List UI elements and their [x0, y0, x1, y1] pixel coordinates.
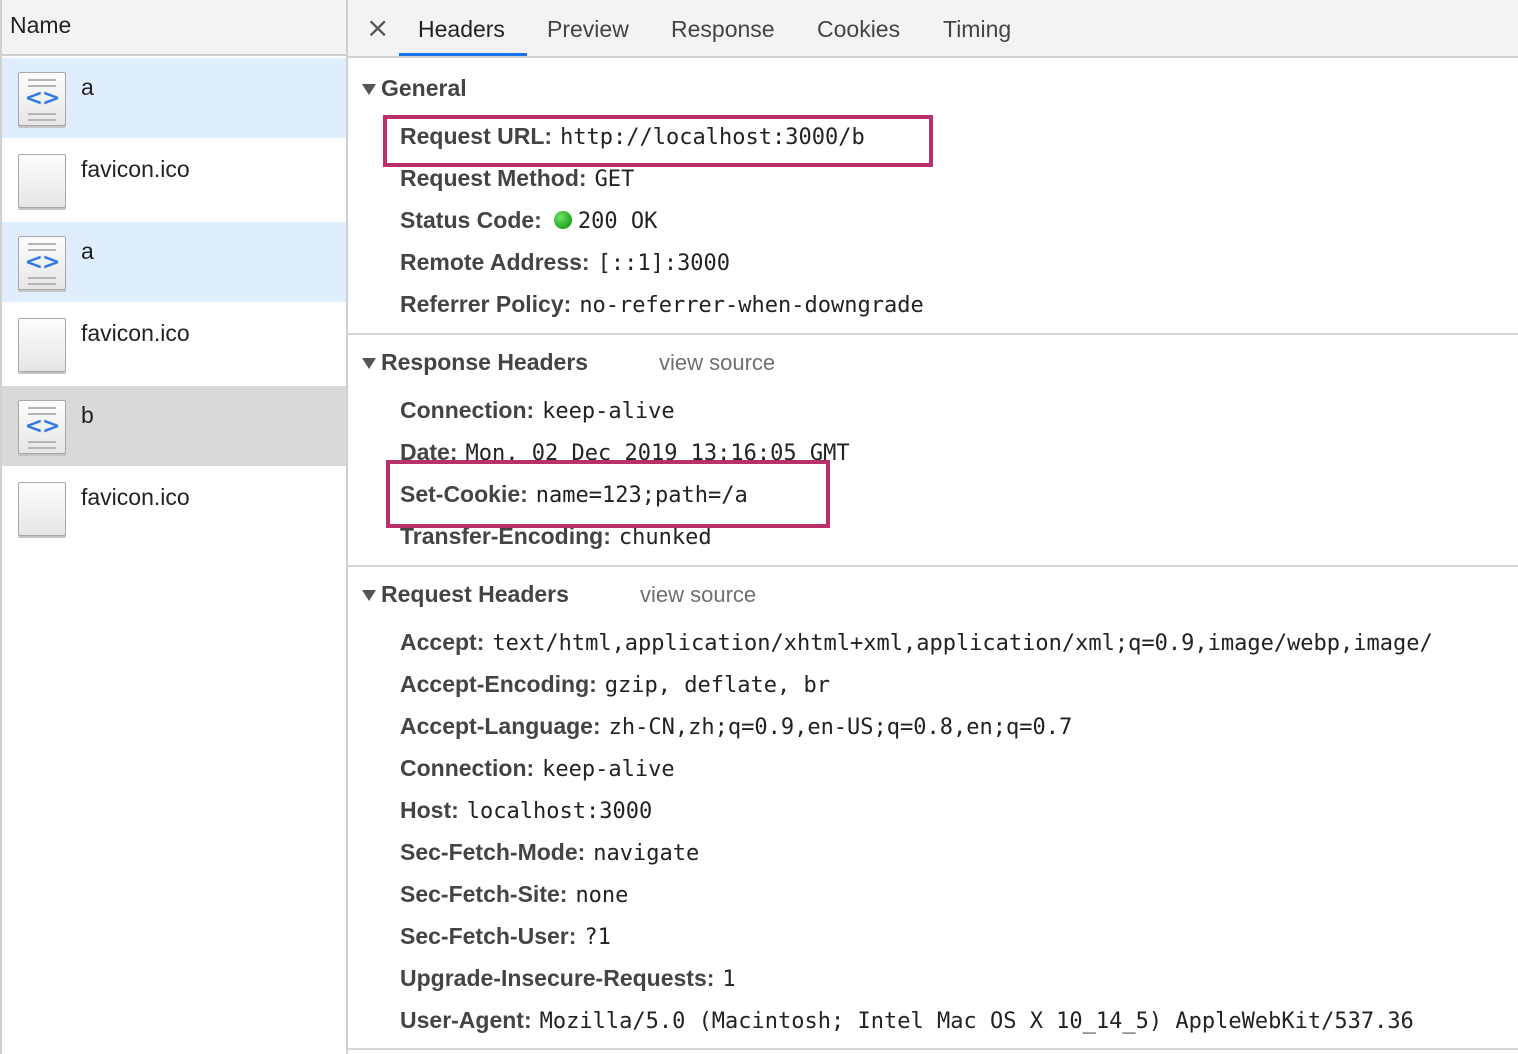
collapse-triangle-icon[interactable] [362, 358, 376, 369]
header-value: ?1 [584, 925, 611, 950]
active-tab-indicator [399, 53, 527, 56]
request-name: favicon.ico [81, 320, 190, 346]
request-url-highlight-box [383, 115, 933, 167]
collapse-triangle-icon[interactable] [362, 590, 376, 601]
header-value: keep-alive [542, 757, 675, 782]
blank-file-icon [18, 318, 66, 372]
header-value: [::1]:3000 [597, 251, 731, 276]
tab-headers[interactable]: Headers [418, 16, 505, 43]
header-row: Remote Address: [::1]:3000 [400, 248, 730, 278]
blank-file-icon [18, 154, 66, 208]
header-row: Status Code: 200 OK [400, 206, 657, 236]
request-name: favicon.ico [81, 156, 190, 182]
header-value: localhost:3000 [466, 799, 653, 824]
header-row: User-Agent: Mozilla/5.0 (Macintosh; Intel… [400, 1006, 1414, 1036]
header-value: Mozilla/5.0 (Macintosh; Intel Mac OS X 1… [539, 1009, 1414, 1034]
tab-cookies[interactable]: Cookies [817, 16, 900, 43]
header-value: gzip, deflate, br [604, 673, 830, 698]
header-value: chunked [618, 525, 712, 550]
header-value: 1 [722, 967, 736, 992]
header-key: Remote Address: [400, 249, 590, 275]
header-key: Connection: [400, 397, 535, 423]
document-icon: <> [18, 400, 66, 454]
request-name: favicon.ico [81, 484, 190, 510]
close-icon[interactable]: × [366, 12, 389, 44]
document-icon: <> [18, 236, 66, 290]
request-row[interactable]: <> a [2, 56, 346, 138]
document-icon: <> [18, 72, 66, 126]
view-source-link[interactable]: view source [640, 582, 756, 608]
blank-file-icon [18, 482, 66, 536]
header-row: Accept-Language: zh-CN,zh;q=0.9,en-US;q=0… [400, 712, 1072, 742]
header-key: Request Method: [400, 165, 587, 191]
header-key: Sec-Fetch-Mode: [400, 839, 586, 865]
header-row: Accept: text/html,application/xhtml+xml,a… [400, 628, 1433, 658]
request-details-panel: × Headers Preview Response Cookies Timin… [348, 0, 1518, 1054]
header-key: User-Agent: [400, 1007, 532, 1033]
status-ok-icon [553, 211, 572, 229]
header-row: Referrer Policy: no-referrer-when-downgra… [400, 290, 924, 320]
header-key: Sec-Fetch-User: [400, 923, 577, 949]
request-name: b [81, 402, 94, 428]
details-tab-bar: × Headers Preview Response Cookies Timin… [348, 0, 1518, 58]
header-row: Sec-Fetch-Site: none [400, 880, 628, 910]
header-key: Connection: [400, 755, 535, 781]
header-key: Accept-Language: [400, 713, 601, 739]
section-title-request-headers[interactable]: Request Headers [381, 581, 569, 608]
tab-preview[interactable]: Preview [547, 16, 629, 43]
header-row: Sec-Fetch-Mode: navigate [400, 838, 699, 868]
header-value: navigate [593, 841, 700, 866]
header-row: Request Method: GET [400, 164, 634, 194]
section-title-response-headers[interactable]: Response Headers [381, 349, 588, 376]
request-row[interactable]: favicon.ico [2, 302, 346, 384]
section-divider [348, 1048, 1518, 1050]
header-value: none [575, 883, 629, 908]
section-title-general[interactable]: General [381, 75, 467, 102]
header-row: Sec-Fetch-User: ?1 [400, 922, 611, 952]
tab-timing[interactable]: Timing [943, 16, 1011, 43]
view-source-link[interactable]: view source [659, 350, 775, 376]
request-row[interactable]: favicon.ico [2, 138, 346, 220]
header-value: GET [594, 167, 635, 192]
request-name: a [81, 74, 94, 100]
header-value: text/html,application/xhtml+xml,applicat… [492, 631, 1433, 656]
header-value: keep-alive [542, 399, 675, 424]
section-divider [348, 333, 1518, 335]
header-value: no-referrer-when-downgrade [579, 293, 924, 318]
section-divider [348, 565, 1518, 567]
header-key: Sec-Fetch-Site: [400, 881, 568, 907]
set-cookie-highlight-box [386, 460, 830, 528]
header-value: zh-CN,zh;q=0.9,en-US;q=0.8,en;q=0.7 [608, 715, 1073, 740]
request-row-selected[interactable]: <> b [2, 384, 346, 466]
name-column-header[interactable]: Name [2, 0, 346, 56]
header-key: Host: [400, 797, 459, 823]
header-key: Upgrade-Insecure-Requests: [400, 965, 715, 991]
request-name: a [81, 238, 94, 264]
request-row[interactable]: favicon.ico [2, 466, 346, 548]
collapse-triangle-icon[interactable] [362, 84, 376, 95]
tab-response[interactable]: Response [671, 16, 775, 43]
header-key: Status Code: [400, 207, 542, 233]
request-row[interactable]: <> a [2, 220, 346, 302]
header-row: Connection: keep-alive [400, 396, 675, 426]
header-row: Upgrade-Insecure-Requests: 1 [400, 964, 736, 994]
header-key: Accept: [400, 629, 485, 655]
header-row: Host: localhost:3000 [400, 796, 652, 826]
header-value: 200 OK [577, 209, 658, 234]
header-row: Connection: keep-alive [400, 754, 675, 784]
header-row: Accept-Encoding: gzip, deflate, br [400, 670, 830, 700]
request-list-panel: Name <> a favicon.ico <> a favicon.ico <… [0, 0, 348, 1054]
header-key: Referrer Policy: [400, 291, 572, 317]
header-key: Accept-Encoding: [400, 671, 597, 697]
